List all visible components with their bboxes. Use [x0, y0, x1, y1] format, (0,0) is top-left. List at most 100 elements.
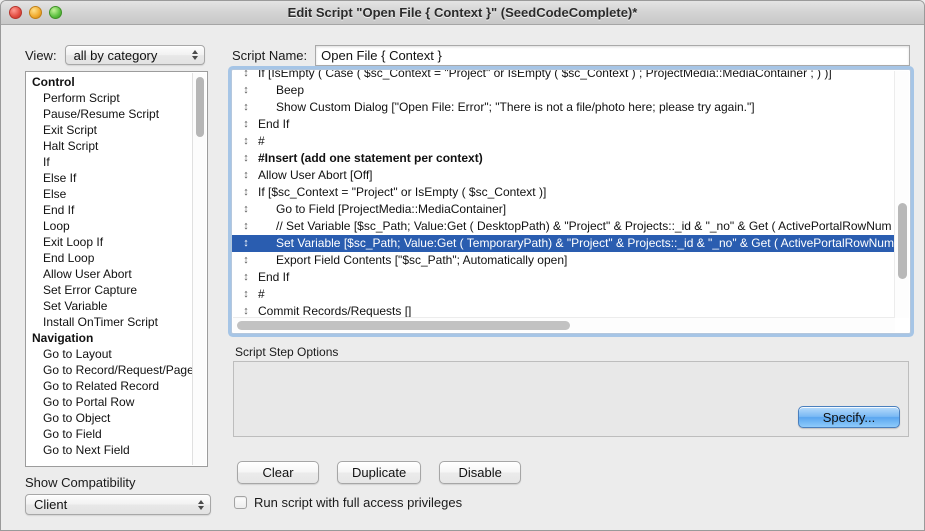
- script-row-text: Beep: [276, 83, 305, 97]
- script-row[interactable]: ↕ Beep: [232, 82, 895, 99]
- script-row-text: Export Field Contents ["$sc_Path"; Autom…: [276, 253, 568, 267]
- sidebar-step-item[interactable]: Perform Script: [26, 90, 193, 106]
- script-row[interactable]: ↕ #Insert (add one statement per context): [232, 150, 895, 167]
- script-name-value: Open File { Context }: [321, 48, 442, 63]
- script-name-group: Script Name: Open File { Context }: [232, 45, 910, 66]
- script-name-label: Script Name:: [232, 48, 308, 63]
- sidebar-step-item[interactable]: Else: [26, 186, 193, 202]
- view-select[interactable]: all by category: [64, 45, 205, 65]
- sidebar-step-item[interactable]: If: [26, 154, 193, 170]
- script-row[interactable]: ↕ If [$sc_Context = "Project" or IsEmpty …: [232, 184, 895, 201]
- script-row-text: End If: [258, 117, 290, 131]
- duplicate-button[interactable]: Duplicate: [337, 461, 422, 484]
- script-row-text: // Set Variable [$sc_Path; Value:Get ( D…: [276, 219, 892, 233]
- drag-handle-icon[interactable]: ↕: [240, 70, 252, 82]
- drag-handle-icon[interactable]: ↕: [240, 286, 252, 303]
- drag-handle-icon[interactable]: ↕: [240, 133, 252, 150]
- sidebar-step-item[interactable]: Else If: [26, 170, 193, 186]
- script-row-text: #: [258, 134, 265, 148]
- sidebar-step-item[interactable]: Exit Loop If: [26, 234, 193, 250]
- specify-button[interactable]: Specify...: [798, 406, 900, 428]
- steps-category-header: Control: [32, 75, 75, 89]
- sidebar-step-item[interactable]: Allow User Abort: [26, 266, 193, 282]
- drag-handle-icon[interactable]: ↕: [240, 201, 252, 218]
- drag-handle-icon[interactable]: ↕: [240, 269, 252, 286]
- steps-list-scrollbar-thumb[interactable]: [196, 77, 204, 137]
- script-row-text: Set Variable [$sc_Path; Value:Get ( Temp…: [276, 236, 894, 250]
- clear-button[interactable]: Clear: [237, 461, 319, 484]
- drag-handle-icon[interactable]: ↕: [240, 184, 252, 201]
- steps-category-header: Navigation: [32, 331, 94, 345]
- window-title: Edit Script "Open File { Context }" (See…: [287, 5, 638, 20]
- script-row[interactable]: ↕ #: [232, 133, 895, 150]
- compatibility-select[interactable]: Client: [25, 494, 211, 515]
- script-row[interactable]: ↕ // Set Variable [$sc_Path; Value:Get ( …: [232, 218, 895, 235]
- script-pane-vscrollbar[interactable]: [894, 71, 909, 318]
- view-control-group: View: all by category: [25, 45, 205, 65]
- script-row[interactable]: ↕ Show Custom Dialog ["Open File: Error";…: [232, 99, 895, 116]
- compatibility-select-value: Client: [34, 497, 68, 512]
- steps-list-scrollbar[interactable]: [192, 73, 206, 465]
- full-access-row: Run script with full access privileges: [234, 495, 462, 510]
- view-label: View:: [25, 47, 57, 63]
- sidebar-step-item[interactable]: Go to Object: [26, 410, 193, 426]
- action-buttons: Clear Duplicate Disable: [237, 461, 522, 484]
- sidebar-step-item[interactable]: Go to Related Record: [26, 378, 193, 394]
- script-row-text: If [$sc_Context = "Project" or IsEmpty (…: [258, 185, 547, 199]
- script-pane-hscrollbar-thumb[interactable]: [237, 321, 570, 330]
- script-step-options-panel: Specify...: [233, 361, 909, 437]
- script-row-text: #Insert (add one statement per context): [258, 151, 483, 165]
- drag-handle-icon[interactable]: ↕: [240, 99, 252, 116]
- script-pane-hscrollbar[interactable]: [233, 317, 895, 332]
- script-row[interactable]: ↕ #: [232, 286, 895, 303]
- drag-handle-icon[interactable]: ↕: [240, 218, 252, 235]
- sidebar-step-item[interactable]: Pause/Resume Script: [26, 106, 193, 122]
- full-access-label: Run script with full access privileges: [254, 495, 463, 510]
- drag-handle-icon[interactable]: ↕: [240, 116, 252, 133]
- script-pane-vscrollbar-thumb[interactable]: [898, 203, 907, 279]
- updown-arrows-icon: [191, 50, 198, 60]
- script-row-text: Go to Field [ProjectMedia::MediaContaine…: [276, 202, 507, 216]
- script-row-selected[interactable]: ↕ Set Variable [$sc_Path; Value:Get ( Tem…: [232, 235, 895, 252]
- sidebar-step-item[interactable]: Set Variable: [26, 298, 193, 314]
- sidebar-step-item[interactable]: Go to Layout: [26, 346, 193, 362]
- compatibility-group: Show Compatibility Client: [25, 475, 215, 515]
- edit-script-window: Edit Script "Open File { Context }" (See…: [0, 0, 925, 531]
- drag-handle-icon[interactable]: ↕: [240, 252, 252, 269]
- updown-arrows-icon: [198, 499, 204, 510]
- script-name-input[interactable]: Open File { Context }: [315, 45, 910, 66]
- full-access-checkbox[interactable]: [234, 496, 247, 509]
- sidebar-step-item[interactable]: Loop: [26, 218, 193, 234]
- script-step-options-label: Script Step Options: [235, 345, 339, 359]
- sidebar-step-item[interactable]: Exit Script: [26, 122, 193, 138]
- script-row-text: If [IsEmpty ( Case ( $sc_Context = "Proj…: [258, 69, 832, 80]
- disable-button[interactable]: Disable: [439, 461, 522, 484]
- drag-handle-icon[interactable]: ↕: [240, 82, 252, 99]
- script-row[interactable]: ↕ If [IsEmpty ( Case ( $sc_Context = "Pro…: [232, 69, 895, 82]
- script-row-text: #: [258, 287, 265, 301]
- script-steps-list[interactable]: Control Perform Script Pause/Resume Script…: [25, 71, 208, 467]
- sidebar-step-item[interactable]: Install OnTimer Script: [26, 314, 193, 330]
- script-row[interactable]: ↕ Go to Field [ProjectMedia::MediaContain…: [232, 201, 895, 218]
- script-body-pane[interactable]: ↕ If [IsEmpty ( Case ( $sc_Context = "Pro…: [231, 69, 911, 334]
- sidebar-step-item[interactable]: Go to Record/Request/Page: [26, 362, 194, 378]
- sidebar-step-item[interactable]: Go to Field: [26, 426, 193, 442]
- sidebar-step-item[interactable]: Go to Portal Row: [26, 394, 193, 410]
- view-select-value: all by category: [73, 47, 158, 63]
- script-row[interactable]: ↕ End If: [232, 269, 895, 286]
- sidebar-step-item[interactable]: Halt Script: [26, 138, 193, 154]
- sidebar-step-item[interactable]: Go to Next Field: [26, 442, 193, 458]
- script-row[interactable]: ↕ Export Field Contents ["$sc_Path"; Auto…: [232, 252, 895, 269]
- drag-handle-icon[interactable]: ↕: [240, 150, 252, 167]
- script-row-text: Show Custom Dialog ["Open File: Error"; …: [276, 100, 755, 114]
- sidebar-step-item[interactable]: Set Error Capture: [26, 282, 193, 298]
- window-titlebar: Edit Script "Open File { Context }" (See…: [1, 1, 924, 25]
- sidebar-step-item[interactable]: End If: [26, 202, 193, 218]
- compatibility-label: Show Compatibility: [25, 475, 136, 490]
- drag-handle-icon[interactable]: ↕: [240, 235, 252, 252]
- drag-handle-icon[interactable]: ↕: [240, 167, 252, 184]
- script-row[interactable]: ↕ End If: [232, 116, 895, 133]
- script-row-text: Allow User Abort [Off]: [258, 168, 373, 182]
- sidebar-step-item[interactable]: End Loop: [26, 250, 193, 266]
- script-row[interactable]: ↕ Allow User Abort [Off]: [232, 167, 895, 184]
